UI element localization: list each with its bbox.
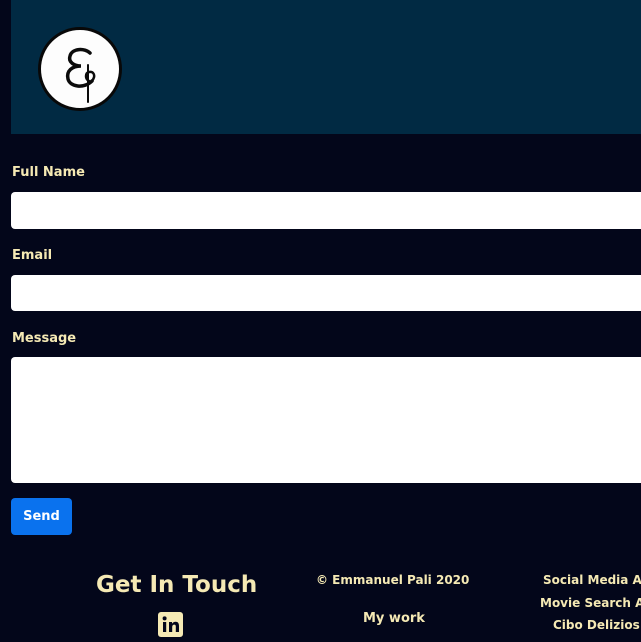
copyright-text: © Emmanuel Pali 2020 xyxy=(316,573,470,587)
footer-get-in-touch-title: Get In Touch xyxy=(96,572,258,598)
header-banner xyxy=(11,0,641,134)
project-link-cibo-delizioso[interactable]: Cibo Delizios xyxy=(553,617,640,633)
project-link-movie-search[interactable]: Movie Search A xyxy=(540,595,641,611)
email-label: Email xyxy=(12,248,53,263)
my-work-link[interactable]: My work xyxy=(363,611,425,627)
linkedin-link[interactable] xyxy=(158,612,183,637)
full-name-label: Full Name xyxy=(12,165,85,180)
project-link-social-media[interactable]: Social Media A xyxy=(543,572,641,588)
monogram-e-logo-icon xyxy=(65,47,96,103)
email-input[interactable] xyxy=(11,275,641,311)
send-button[interactable]: Send xyxy=(11,498,72,535)
full-name-input[interactable] xyxy=(11,192,641,229)
message-textarea[interactable] xyxy=(11,357,641,483)
message-label: Message xyxy=(12,331,77,346)
linkedin-icon xyxy=(162,616,179,632)
site-logo[interactable] xyxy=(38,27,122,111)
